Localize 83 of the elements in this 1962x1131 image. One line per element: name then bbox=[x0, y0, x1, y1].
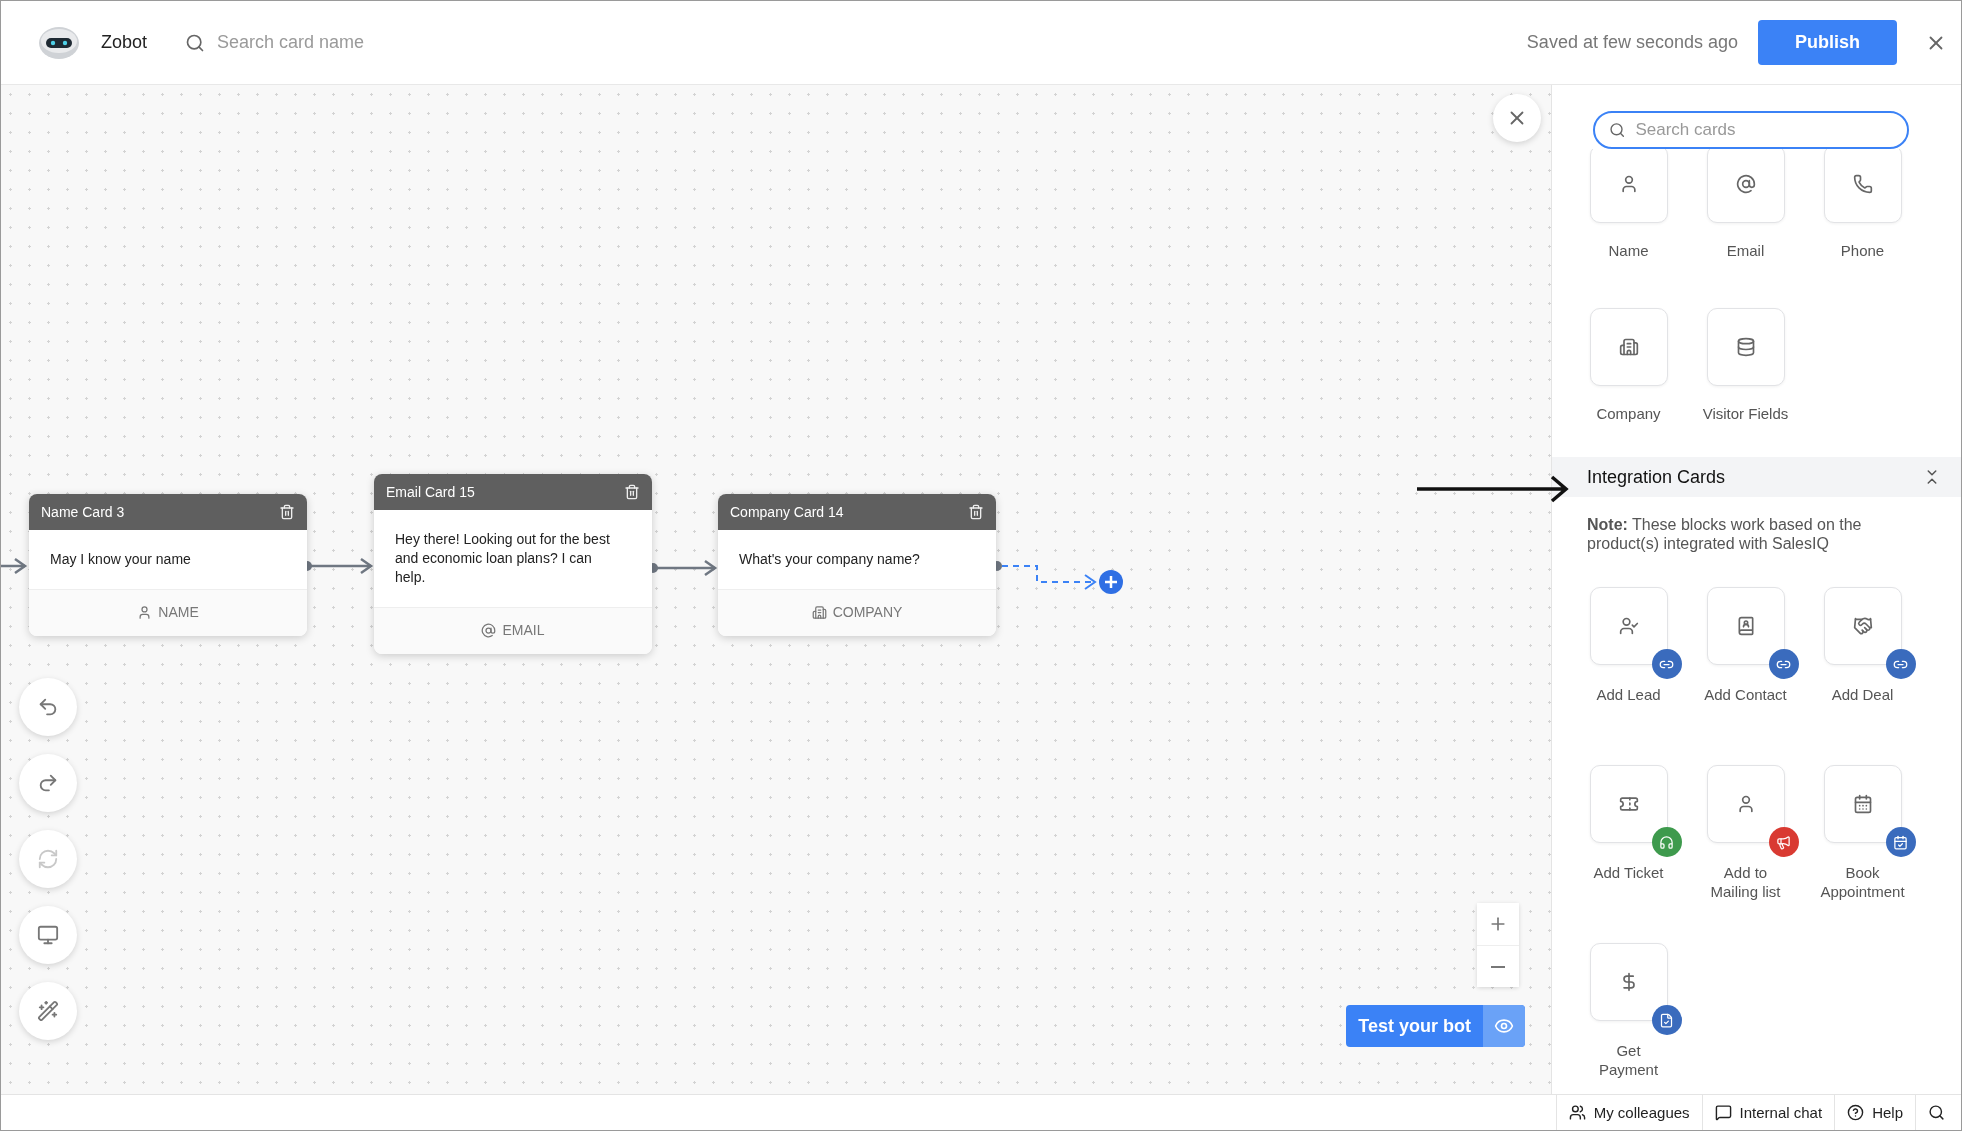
preview-button[interactable] bbox=[19, 906, 77, 964]
person-icon bbox=[137, 604, 153, 620]
eye-icon bbox=[1494, 1016, 1514, 1036]
card-tile[interactable] bbox=[1589, 587, 1668, 665]
flow-card[interactable]: Name Card 3 May I know your name NAME bbox=[29, 494, 307, 636]
delete-button[interactable] bbox=[624, 484, 640, 500]
publish-button[interactable]: Publish bbox=[1758, 20, 1897, 65]
card-tile[interactable] bbox=[1706, 587, 1785, 665]
person-check-icon bbox=[1618, 616, 1639, 636]
monitor-icon bbox=[37, 924, 59, 946]
undo-icon bbox=[37, 696, 59, 718]
card-title: Email Card 15 bbox=[386, 484, 475, 500]
field-label: COMPANY bbox=[832, 604, 903, 620]
trash-icon bbox=[968, 504, 984, 520]
card-label: Add Ticket bbox=[1592, 863, 1665, 883]
card-label: Company bbox=[1595, 404, 1662, 423]
card-tile[interactable] bbox=[1589, 765, 1668, 843]
field-label: NAME bbox=[158, 604, 199, 620]
search-field[interactable]: Search cards bbox=[1593, 111, 1909, 149]
people-icon bbox=[1568, 1104, 1586, 1121]
card-label: Phone bbox=[1839, 241, 1886, 260]
flow-card[interactable]: Company Card 14 What's your company name? COMPANY bbox=[718, 494, 996, 636]
minus-icon bbox=[1491, 965, 1505, 968]
card-label: Get Payment bbox=[1597, 1041, 1660, 1079]
card-tile[interactable] bbox=[1706, 149, 1785, 223]
building-icon bbox=[1618, 337, 1639, 357]
handshake-icon bbox=[1852, 616, 1873, 636]
magic-button[interactable] bbox=[19, 982, 77, 1040]
card-title: Company Card 14 bbox=[730, 504, 844, 520]
headset-icon bbox=[1659, 834, 1674, 850]
ticket-icon bbox=[1618, 794, 1639, 814]
phone-icon bbox=[1852, 174, 1873, 194]
card-label: Name bbox=[1607, 241, 1650, 260]
card-title: Name Card 3 bbox=[41, 504, 125, 520]
card-label: Add Deal bbox=[1830, 685, 1895, 705]
delete-button[interactable] bbox=[279, 504, 295, 520]
calendar-icon bbox=[1852, 794, 1873, 814]
note-text: Note: These blocks work based on the product(s) integrated with SalesIQ bbox=[1587, 515, 1863, 553]
undo-button[interactable] bbox=[19, 678, 77, 736]
card-label: Book Appointment bbox=[1819, 863, 1906, 901]
search-icon bbox=[1928, 1104, 1945, 1121]
card-label: Email bbox=[1725, 241, 1766, 260]
field-label: EMAIL bbox=[502, 622, 545, 638]
building-icon bbox=[811, 604, 827, 620]
card-tile[interactable] bbox=[1823, 149, 1902, 223]
card-label: Add Lead bbox=[1595, 685, 1662, 705]
help-icon bbox=[1847, 1104, 1865, 1121]
card-tile[interactable] bbox=[1589, 149, 1668, 223]
refresh-icon bbox=[37, 848, 59, 870]
card-tile[interactable] bbox=[1823, 765, 1902, 843]
at-sign-icon bbox=[481, 622, 497, 638]
flow-card[interactable]: Email Card 15 Hey there! Looking out for the best and economic loan plans? I can help. EMAIL bbox=[374, 474, 652, 654]
card-tile[interactable] bbox=[1706, 308, 1785, 386]
document-check-icon bbox=[1659, 1012, 1674, 1028]
at-sign-icon bbox=[1735, 174, 1756, 194]
magic-wand-icon bbox=[37, 1000, 59, 1022]
close-button[interactable] bbox=[1493, 94, 1541, 142]
redo-icon bbox=[37, 772, 59, 794]
test-bot-button[interactable]: Test your bot bbox=[1346, 1005, 1525, 1047]
add-node-button[interactable] bbox=[1099, 570, 1123, 594]
card-tile[interactable] bbox=[1589, 943, 1668, 1021]
save-status: Saved at few seconds ago bbox=[1526, 32, 1738, 53]
redo-button[interactable] bbox=[19, 754, 77, 812]
search-icon bbox=[185, 32, 206, 53]
delete-button[interactable] bbox=[968, 504, 984, 520]
card-label: Add to Mailing list bbox=[1709, 863, 1782, 901]
zoom-in-button[interactable] bbox=[1477, 903, 1519, 945]
app-name: Zobot bbox=[101, 32, 148, 53]
trash-icon bbox=[279, 504, 295, 520]
calendar-check-icon bbox=[1893, 834, 1908, 850]
section-header[interactable]: Integration Cards bbox=[1552, 457, 1961, 497]
card-label: Visitor Fields bbox=[1702, 404, 1789, 423]
card-tile[interactable] bbox=[1823, 587, 1902, 665]
robot-logo bbox=[37, 24, 81, 61]
card-label: Add Contact bbox=[1703, 685, 1788, 705]
search-icon bbox=[1609, 121, 1626, 139]
card-tile[interactable] bbox=[1706, 765, 1785, 843]
trash-icon bbox=[624, 484, 640, 500]
database-icon bbox=[1735, 337, 1756, 357]
megaphone-icon bbox=[1776, 834, 1791, 850]
chat-icon bbox=[1714, 1104, 1732, 1121]
connector-arrow bbox=[1, 558, 27, 574]
card-tile[interactable] bbox=[1589, 308, 1668, 386]
